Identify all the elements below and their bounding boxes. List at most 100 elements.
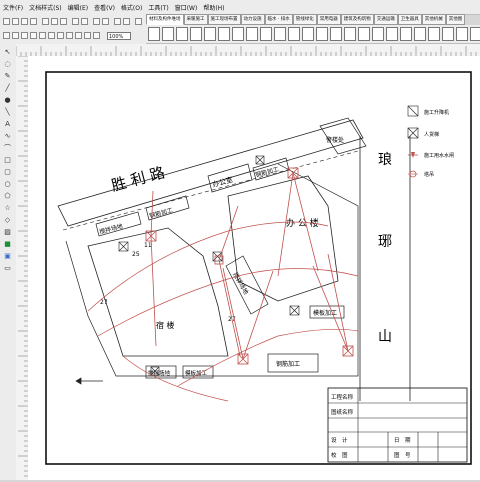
symbol-tab[interactable]: 动力设施 — [240, 14, 265, 25]
symbol-palette-item[interactable] — [232, 27, 244, 41]
symbol-palette-item[interactable] — [302, 27, 314, 41]
layer-icon[interactable] — [102, 18, 109, 25]
symbol-tab[interactable]: 材料及构件堆场 — [146, 14, 184, 25]
chart-icon[interactable] — [123, 18, 130, 25]
shape-tool-icon[interactable]: ◇ — [3, 216, 12, 225]
arc-tool-icon[interactable]: ⌒ — [3, 144, 12, 153]
open-file-icon[interactable] — [12, 18, 19, 25]
menu-item[interactable]: 文档样式(S) — [26, 3, 65, 12]
new-file-icon[interactable] — [3, 18, 10, 25]
print-icon[interactable] — [30, 18, 37, 25]
menu-item[interactable]: 格式(O) — [118, 3, 145, 12]
symbol-palette-item[interactable] — [246, 27, 258, 41]
save-icon[interactable] — [21, 18, 28, 25]
legend-label-1: 施工升降机 — [424, 109, 449, 116]
pointer-icon[interactable] — [3, 32, 10, 39]
drawing-tools-bar: ↖ ◌ ✎ ╱ ● ╲ A ∿ ⌒ □ ▢ ○ ⬠ ☆ ◇ ▨ ■ ▣ ▭ — [0, 44, 17, 480]
text-tool-icon[interactable]: A — [3, 120, 12, 129]
pen-tool-icon[interactable]: ✎ — [3, 72, 12, 81]
drawing-canvas[interactable]: 胜 利 路 琅 琊 山 警楼处 办 公 楼 办公室 宿 楼 搅拌场地 钢筋加工 … — [28, 56, 480, 480]
street-side-char-2: 琊 — [378, 234, 392, 250]
fit-width-icon[interactable] — [48, 32, 55, 39]
title-block-drawing-label: 图纸名称 — [331, 408, 354, 416]
symbol-palette-item[interactable] — [386, 27, 398, 41]
symbol-palette-item[interactable] — [344, 27, 356, 41]
flip-icon[interactable] — [75, 32, 82, 39]
menu-item[interactable]: 查看(V) — [91, 3, 118, 12]
symbol-palette-item[interactable] — [442, 27, 454, 41]
symbol-tab[interactable]: 常用电器 — [316, 14, 341, 25]
building-number-11: 11 — [144, 242, 152, 249]
star-tool-icon[interactable]: ☆ — [3, 204, 12, 213]
symbol-tab[interactable]: 其他图 — [445, 14, 466, 25]
zoom-out-icon[interactable] — [21, 32, 28, 39]
symbol-tab[interactable]: 卫生器具 — [397, 14, 422, 25]
symbol-palette-item[interactable] — [260, 27, 272, 41]
rounded-rect-tool-icon[interactable]: ▢ — [3, 168, 12, 177]
symbol-palette-item[interactable] — [358, 27, 370, 41]
image-icon[interactable] — [114, 18, 121, 25]
symbol-palette-item[interactable] — [372, 27, 384, 41]
menu-item[interactable]: 窗口(W) — [172, 3, 201, 12]
lasso-tool-icon[interactable]: ◌ — [3, 60, 12, 69]
eraser-tool-icon[interactable]: ▭ — [3, 264, 12, 273]
fit-page-icon[interactable] — [39, 32, 46, 39]
ellipse-tool-icon[interactable]: ○ — [3, 180, 12, 189]
symbol-palette-item[interactable] — [428, 27, 440, 41]
help-icon[interactable] — [135, 18, 142, 25]
grid-icon[interactable] — [93, 18, 100, 25]
curve-tool-icon[interactable]: ∿ — [3, 132, 12, 141]
guard-house-label: 警楼处 — [326, 136, 344, 144]
redo-icon[interactable] — [81, 18, 88, 25]
rotate-icon[interactable] — [66, 32, 73, 39]
symbol-palette-item[interactable] — [176, 27, 188, 41]
fill-tool-icon[interactable]: ▨ — [3, 228, 12, 237]
polygon-tool-icon[interactable]: ⬠ — [3, 192, 12, 201]
zoom-in-icon[interactable] — [12, 32, 19, 39]
menu-item[interactable]: 文件(F) — [0, 3, 26, 12]
symbol-category-tabs: 材料及构件堆场 采暖施工 施工现场布置 动力设施 临水 · 排水 管线绿化 常用电器 建筑及构… — [146, 14, 480, 25]
site-plan-drawing: 胜 利 路 琅 琊 山 警楼处 办 公 楼 办公室 宿 楼 搅拌场地 钢筋加工 … — [45, 71, 472, 465]
symbol-palette-item[interactable] — [414, 27, 426, 41]
symbol-palette-item[interactable] — [288, 27, 300, 41]
select-tool-icon[interactable]: ↖ — [3, 48, 12, 57]
pan-icon[interactable] — [30, 32, 37, 39]
symbol-palette-item[interactable] — [204, 27, 216, 41]
symbol-palette-item[interactable] — [218, 27, 230, 41]
symbol-palette-item[interactable] — [470, 27, 480, 41]
actual-size-icon[interactable] — [57, 32, 64, 39]
symbol-palette-item[interactable] — [456, 27, 468, 41]
undo-icon[interactable] — [72, 18, 79, 25]
zoom-select[interactable]: 100% — [107, 32, 131, 40]
rectangle-tool-icon[interactable]: □ — [3, 156, 12, 165]
color-tool-icon[interactable]: ■ — [3, 240, 12, 249]
symbol-tab[interactable]: 采暖施工 — [183, 14, 208, 25]
group-icon[interactable] — [93, 32, 100, 39]
menu-item[interactable]: 编辑(E) — [65, 3, 91, 12]
brush-tool-icon[interactable]: ╱ — [3, 84, 12, 93]
symbol-palette-item[interactable] — [316, 27, 328, 41]
symbol-palette-item[interactable] — [400, 27, 412, 41]
symbol-tab[interactable]: 其他机械 — [421, 14, 446, 25]
symbol-palette-item[interactable] — [148, 27, 160, 41]
symbol-tab[interactable]: 管线绿化 — [292, 14, 317, 25]
symbol-tab[interactable]: 临水 · 排水 — [264, 14, 293, 25]
symbol-palette-item[interactable] — [330, 27, 342, 41]
align-icon[interactable] — [84, 32, 91, 39]
symbol-tab[interactable]: 建筑及构筑物 — [340, 14, 374, 25]
cut-icon[interactable] — [42, 18, 49, 25]
image-tool-icon[interactable]: ▣ — [3, 252, 12, 261]
menu-item[interactable]: 工具(T) — [145, 3, 171, 12]
line-tool-icon[interactable]: ╲ — [3, 108, 12, 117]
symbol-palette-item[interactable] — [190, 27, 202, 41]
symbol-palette-item[interactable] — [162, 27, 174, 41]
dormitory-label: 宿 楼 — [156, 320, 175, 330]
symbol-palette-item[interactable] — [274, 27, 286, 41]
menu-item[interactable]: 帮助(H) — [200, 3, 227, 12]
dot-tool-icon[interactable]: ● — [3, 96, 12, 105]
formwork-yard-bottom-label: 模板加工 — [185, 369, 208, 377]
copy-icon[interactable] — [51, 18, 58, 25]
symbol-tab[interactable]: 交通运输 — [373, 14, 398, 25]
paste-icon[interactable] — [60, 18, 67, 25]
symbol-tab[interactable]: 施工现场布置 — [207, 14, 241, 25]
